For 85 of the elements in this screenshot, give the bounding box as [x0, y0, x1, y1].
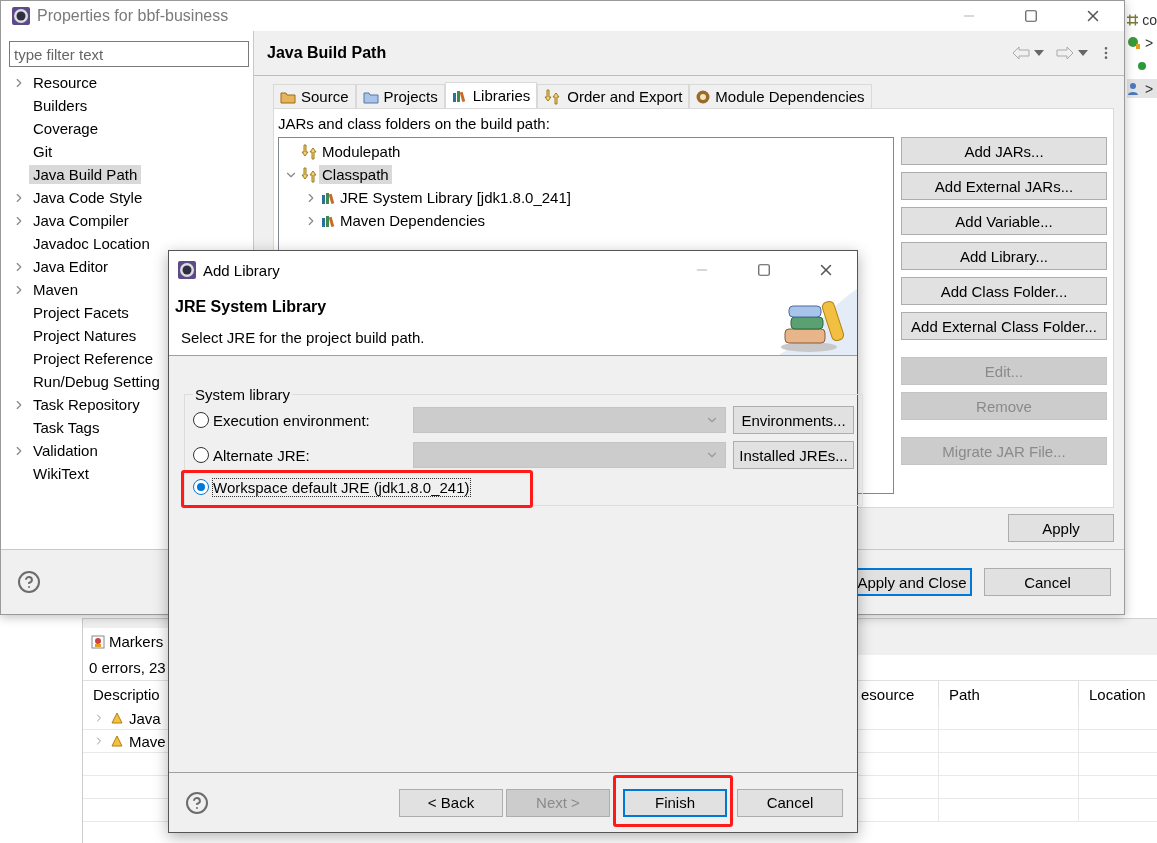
- path-icon: [544, 88, 563, 105]
- action-button[interactable]: Add Variable...: [901, 207, 1107, 235]
- group-label: System library: [194, 386, 292, 403]
- option-label[interactable]: Workspace default JRE (jdk1.8.0_241): [213, 478, 470, 496]
- sidebar-item[interactable]: Validation: [29, 441, 102, 460]
- sidebar-item[interactable]: Project Natures: [29, 326, 141, 345]
- help-icon[interactable]: [17, 570, 41, 594]
- sidebar-item[interactable]: Maven: [29, 280, 83, 299]
- action-button[interactable]: Add Library...: [901, 242, 1107, 270]
- warning-icon: [111, 712, 123, 724]
- radio-button[interactable]: [193, 479, 209, 495]
- action-button[interactable]: Add External Class Folder...: [901, 312, 1107, 340]
- dialog-description: Select JRE for the project build path.: [180, 329, 426, 346]
- action-button[interactable]: Add Class Folder...: [901, 277, 1107, 305]
- markers-summary: 0 errors, 23: [88, 658, 167, 678]
- option-button[interactable]: Installed JREs...: [733, 441, 854, 469]
- row-label: Mave: [129, 732, 166, 750]
- sidebar-item[interactable]: Task Tags: [29, 418, 104, 437]
- wizard-button[interactable]: < Back: [399, 788, 503, 817]
- radio-button[interactable]: [193, 412, 209, 428]
- outline-item[interactable]: >: [1145, 34, 1154, 51]
- radio-button[interactable]: [193, 447, 209, 463]
- sidebar-item[interactable]: Java Editor: [29, 257, 113, 276]
- markers-icon: [91, 634, 105, 649]
- sidebar-item[interactable]: Builders: [29, 96, 92, 115]
- dialog-heading: JRE System Library: [175, 298, 328, 316]
- module-icon: [696, 89, 711, 104]
- filter-field[interactable]: type filter text: [9, 41, 249, 67]
- sidebar-item[interactable]: Javadoc Location: [29, 234, 154, 253]
- person-icon: [1127, 81, 1141, 96]
- books-icon: [451, 88, 468, 103]
- folder-icon: [280, 89, 296, 104]
- tab[interactable]: Order and Export: [537, 84, 690, 108]
- sidebar-item[interactable]: Java Compiler: [29, 211, 133, 230]
- tree-item[interactable]: Classpath: [319, 165, 392, 184]
- action-button[interactable]: Add External JARs...: [901, 172, 1107, 200]
- page-title: Java Build Path: [267, 44, 387, 62]
- sidebar-item[interactable]: Coverage: [29, 119, 103, 138]
- tab[interactable]: Libraries: [444, 82, 538, 108]
- sidebar-item[interactable]: Task Repository: [29, 395, 144, 414]
- tree-item[interactable]: Modulepath: [319, 142, 404, 161]
- sidebar-item[interactable]: Git: [29, 142, 57, 161]
- tree-item[interactable]: JRE System Library [jdk1.8.0_241]: [337, 188, 574, 207]
- maximize-icon[interactable]: [1024, 9, 1038, 23]
- row-label: Java: [129, 709, 161, 727]
- wizard-button[interactable]: Cancel: [737, 788, 843, 817]
- dot-icon: [1137, 60, 1147, 71]
- path-icon: [301, 143, 319, 160]
- outline-item[interactable]: co: [1142, 11, 1157, 28]
- path-icon: [301, 166, 319, 183]
- dropdown-icon[interactable]: [1034, 50, 1044, 56]
- sidebar-item[interactable]: WikiText: [29, 464, 93, 483]
- maximize-icon[interactable]: [757, 263, 771, 277]
- app-icon: [11, 6, 31, 26]
- tab[interactable]: Source: [273, 84, 356, 108]
- option-label[interactable]: Alternate JRE:: [213, 446, 413, 464]
- dropdown-icon[interactable]: [1078, 50, 1088, 56]
- sidebar-item[interactable]: Run/Debug Setting: [29, 372, 164, 391]
- window-title: Properties for bbf-business: [37, 7, 229, 25]
- dialog-title: Add Library: [203, 261, 280, 279]
- sidebar-item[interactable]: Resource: [29, 73, 102, 92]
- sidebar-item[interactable]: Java Code Style: [29, 188, 147, 207]
- column-header[interactable]: Location: [1079, 680, 1157, 707]
- wizard-button[interactable]: Finish: [623, 788, 727, 817]
- option-button[interactable]: Environments...: [733, 406, 854, 434]
- class-icon: [1127, 35, 1141, 50]
- section-label: JARs and class folders on the build path:: [278, 115, 551, 134]
- help-icon[interactable]: [185, 790, 209, 815]
- tab[interactable]: Projects: [355, 84, 445, 108]
- tree-item[interactable]: Maven Dependencies: [337, 211, 489, 230]
- folder-icon: [362, 89, 379, 104]
- column-header[interactable]: Path: [939, 680, 1079, 707]
- sidebar-item[interactable]: Project Reference: [29, 349, 158, 368]
- grid-icon: [1127, 13, 1139, 26]
- warning-icon: [111, 735, 123, 747]
- option-label[interactable]: Execution environment:: [213, 411, 413, 429]
- app-icon: [177, 260, 197, 280]
- tab[interactable]: Module Dependencies: [689, 84, 872, 108]
- apply-button[interactable]: Apply: [1008, 514, 1114, 542]
- footer-button[interactable]: Cancel: [984, 568, 1111, 596]
- books-icon: [321, 213, 337, 228]
- books-icon: [321, 190, 337, 205]
- action-button[interactable]: Add JARs...: [901, 137, 1107, 165]
- sidebar-item[interactable]: Project Facets: [29, 303, 133, 322]
- sidebar-item[interactable]: Java Build Path: [29, 165, 142, 184]
